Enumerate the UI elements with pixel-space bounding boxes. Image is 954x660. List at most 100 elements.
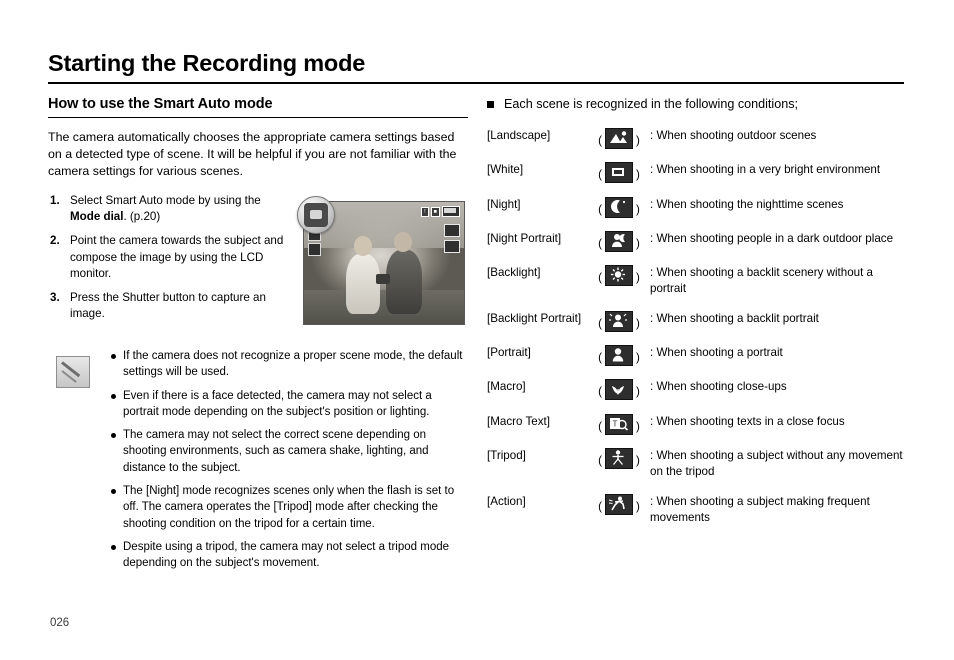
white-icon [605,162,633,184]
section-heading: How to use the Smart Auto mode [48,96,273,112]
card-icon: ■ [430,206,440,217]
note-pencil-icon [56,356,90,388]
list-item: Even if there is a face detected, the ca… [110,388,468,421]
table-row: [Tripod] () : When shooting a subject wi… [487,447,907,494]
scene-icon-cell: () [588,265,650,311]
scene-conditions-table: [Landscape] () : When shooting outdoor s… [487,128,907,539]
scene-name: [Action] [487,494,526,508]
colon: : [650,197,654,211]
step-text: Select Smart Auto mode by using the [70,194,261,207]
list-item: 2. Point the camera towards the subject a… [48,233,292,282]
list-item: 3. Press the Shutter button to capture an… [48,290,292,322]
scene-icon-cell: (T) [588,413,650,448]
flash-off-icon: ! [421,206,429,217]
lcd-right-status [444,224,460,253]
colon: : [650,346,654,360]
table-row: [Backlight] () : When shooting a backlit… [487,265,907,311]
page-title: Starting the Recording mode [48,50,366,76]
scene-description: : When shooting a subject making frequen… [650,494,907,540]
scene-icon-cell: () [588,345,650,379]
scene-description-text: When shooting the nighttime scenes [656,197,844,211]
scene-name: [Night Portrait] [487,231,562,245]
scene-description-text: When shooting a subject without any move… [650,448,903,479]
battery-icon [442,206,460,217]
step-text-after: . (p.20) [123,210,161,224]
colon: : [650,311,654,325]
macro-text-icon: T [605,413,633,435]
page-number: 026 [50,617,70,629]
notes-list: If the camera does not recognize a prope… [110,348,468,579]
close-paren: ) [636,271,640,285]
scene-description: : When shooting texts in a close focus [650,414,907,448]
open-paren: ( [598,419,602,433]
backlight-icon [605,265,633,287]
colon: : [650,414,654,428]
table-row: [White] () : When shooting in a very bri… [487,162,907,196]
pencil-stroke [61,361,81,378]
section-divider [48,117,468,118]
mode-dial-illustration [297,196,335,234]
colon: : [650,163,654,177]
night-icon [605,196,633,218]
scene-icon-cell: () [588,230,650,265]
photo-head-left [354,236,372,256]
smart-auto-dial-icon [304,203,328,227]
open-paren: ( [598,351,602,365]
scene-name: [Night] [487,197,521,211]
scene-icon-cell: () [588,128,650,162]
photo-camera-object [376,274,390,284]
scene-icon-cell: () [588,310,650,345]
scene-icon-cell: () [588,447,650,494]
scene-description-text: When shooting in a very bright environme… [656,163,881,177]
list-item: If the camera does not recognize a prope… [110,348,468,381]
scene-detect-icon [444,224,460,237]
step-bold: Mode dial [70,210,124,224]
steps-list: 1. Select Smart Auto mode by using the Mo… [48,193,292,322]
list-item: The camera may not select the correct sc… [110,427,468,476]
open-paren: ( [598,499,602,513]
close-paren: ) [636,419,640,433]
photo-person-right [386,250,422,314]
close-paren: ) [636,236,640,250]
lcd-top-status: ! ■ [421,206,460,217]
action-icon [605,493,633,515]
close-paren: ) [636,168,640,182]
landscape-icon [605,128,633,149]
list-item: The [Night] mode recognizes scenes only … [110,483,468,532]
scene-description: : When shooting in a very bright environ… [650,162,907,196]
table-row: [Macro] () : When shooting close-ups [487,379,907,413]
macro-icon [605,379,633,401]
face-detect-icon [444,240,460,253]
scene-description-text: When shooting close-ups [656,380,787,394]
scene-description-text: When shooting a backlit portrait [656,311,819,325]
scene-description-text: When shooting texts in a close focus [656,414,845,428]
table-row: [Backlight Portrait] () : When shooting … [487,310,907,345]
close-paren: ) [636,499,640,513]
scene-name: [Backlight Portrait] [487,311,582,325]
list-item: 1. Select Smart Auto mode by using the Mo… [48,193,292,225]
table-row: [Action] () : When shooting a subject ma… [487,493,907,540]
scene-icon-cell: () [588,379,650,413]
scene-name: [Tripod] [487,448,526,462]
scene-description: : When shooting a subject without any mo… [650,448,907,494]
scene-description: : When shooting a backlit portrait [650,311,907,345]
close-paren: ) [636,351,640,365]
colon: : [650,380,654,394]
scene-name: [Portrait] [487,346,531,360]
photo-person-left [346,254,380,314]
resolution-icon [308,243,321,256]
tripod-icon [605,447,633,469]
scene-name: [Backlight] [487,266,541,280]
scene-description: : When shooting the nighttime scenes [650,197,907,231]
step-number: 1. [50,194,60,207]
photo-ground [304,289,464,324]
scene-icon-cell: () [588,162,650,196]
scene-name: [Landscape] [487,129,551,142]
scene-description-text: When shooting a portrait [656,346,783,360]
right-column: Each scene is recognized in the followin… [487,96,907,539]
close-paren: ) [636,134,640,147]
title-divider [48,82,904,84]
open-paren: ( [598,453,602,467]
close-paren: ) [636,385,640,399]
scene-icon-cell: () [588,493,650,540]
